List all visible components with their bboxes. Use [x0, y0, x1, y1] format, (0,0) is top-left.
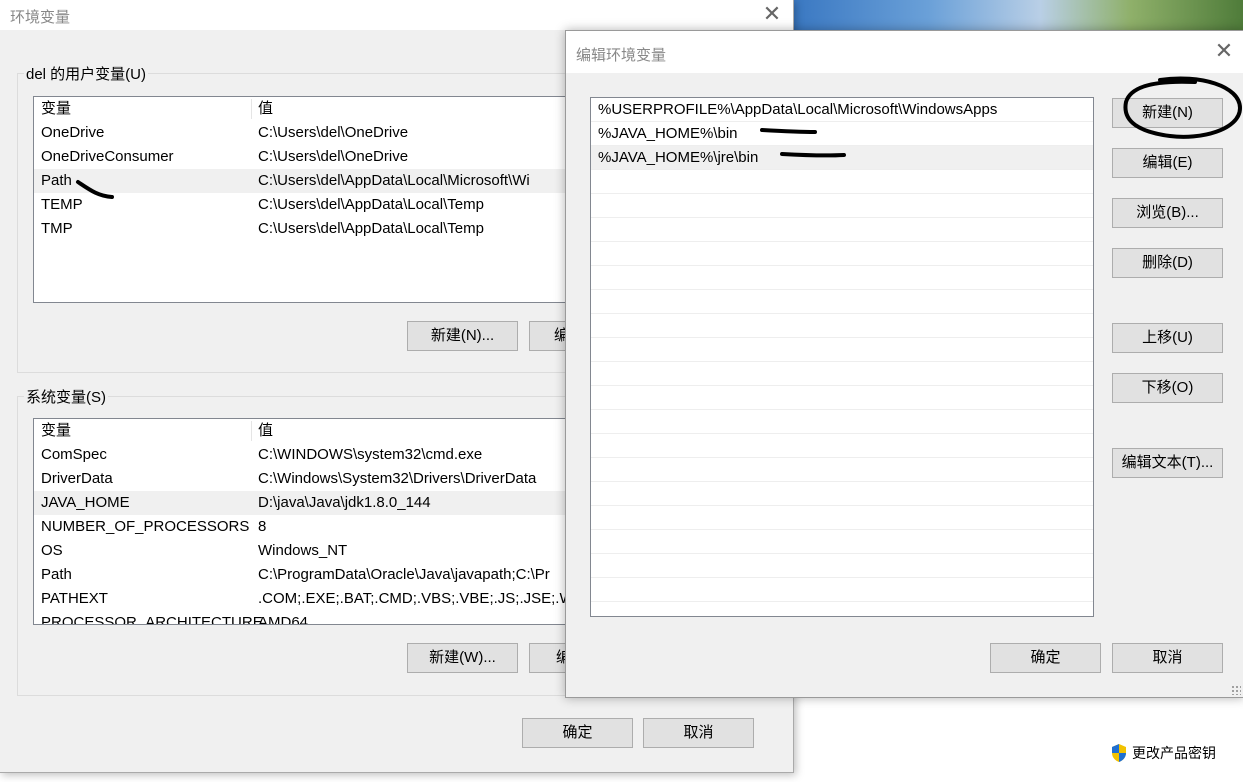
empty-list-row[interactable] — [591, 314, 1093, 338]
empty-list-row[interactable] — [591, 530, 1093, 554]
table-row[interactable]: TEMP C:\Users\del\AppData\Local\Temp — [34, 193, 594, 217]
cancel-button[interactable]: 取消 — [643, 718, 754, 748]
variable-value: C:\Users\del\AppData\Local\Microsoft\Wi — [258, 172, 530, 189]
title-bar: 编辑环境变量 ✕ — [566, 31, 1243, 73]
delete-button[interactable]: 删除(D) — [1112, 248, 1223, 278]
close-icon[interactable]: ✕ — [1213, 40, 1235, 63]
variable-name: OneDrive — [41, 124, 105, 141]
list-item[interactable]: %USERPROFILE%\AppData\Local\Microsoft\Wi… — [591, 98, 1093, 122]
empty-list-row[interactable] — [591, 458, 1093, 482]
variable-name: PROCESSOR_ARCHITECTURE — [41, 614, 263, 625]
empty-list-row[interactable] — [591, 194, 1093, 218]
column-separator[interactable] — [251, 99, 252, 119]
table-row[interactable]: TMP C:\Users\del\AppData\Local\Temp — [34, 217, 594, 241]
empty-list-row[interactable] — [591, 218, 1093, 242]
move-up-button[interactable]: 上移(U) — [1112, 323, 1223, 353]
empty-list-row[interactable] — [591, 602, 1093, 616]
variable-name: TEMP — [41, 196, 83, 213]
shield-icon — [1112, 744, 1126, 762]
path-entries-list[interactable]: %USERPROFILE%\AppData\Local\Microsoft\Wi… — [590, 97, 1094, 617]
table-row[interactable]: OneDriveConsumer C:\Users\del\OneDrive — [34, 145, 594, 169]
variable-value: 8 — [258, 518, 267, 535]
variable-name: OS — [41, 542, 63, 559]
empty-list-row[interactable] — [591, 554, 1093, 578]
empty-list-row[interactable] — [591, 290, 1093, 314]
column-header-variable[interactable]: 变量 — [41, 419, 71, 443]
list-header: 变量 值 — [34, 97, 594, 121]
change-product-key-label: 更改产品密钥 — [1132, 745, 1216, 761]
variable-name: Path — [41, 566, 72, 583]
new-button[interactable]: 新建(N) — [1112, 98, 1223, 128]
variable-name: NUMBER_OF_PROCESSORS — [41, 518, 250, 535]
table-row[interactable]: Path C:\ProgramData\Oracle\Java\javapath;… — [34, 563, 594, 587]
empty-list-row[interactable] — [591, 266, 1093, 290]
list-item[interactable]: %JAVA_HOME%\bin — [591, 122, 1093, 146]
variable-name: ComSpec — [41, 446, 107, 463]
empty-list-row[interactable] — [591, 434, 1093, 458]
column-header-value[interactable]: 值 — [258, 419, 273, 443]
variable-value: D:\java\Java\jdk1.8.0_144 — [258, 494, 431, 511]
table-row[interactable]: NUMBER_OF_PROCESSORS 8 — [34, 515, 594, 539]
column-separator[interactable] — [251, 421, 252, 441]
edit-text-button[interactable]: 编辑文本(T)... — [1112, 448, 1223, 478]
move-down-button[interactable]: 下移(O) — [1112, 373, 1223, 403]
column-header-value[interactable]: 值 — [258, 97, 273, 121]
empty-list-row[interactable] — [591, 170, 1093, 194]
variable-value: Windows_NT — [258, 542, 348, 559]
list-header: 变量 值 — [34, 419, 594, 443]
variable-name: DriverData — [41, 470, 113, 487]
variable-value: C:\ProgramData\Oracle\Java\javapath;C:\P… — [258, 566, 550, 583]
empty-list-row[interactable] — [591, 410, 1093, 434]
ok-button[interactable]: 确定 — [990, 643, 1101, 673]
table-row[interactable]: ComSpec C:\WINDOWS\system32\cmd.exe — [34, 443, 594, 467]
variable-value: .COM;.EXE;.BAT;.CMD;.VBS;.VBE;.JS;.JSE;.… — [258, 590, 584, 607]
list-item[interactable]: %JAVA_HOME%\jre\bin — [591, 146, 1093, 170]
close-icon[interactable]: ✕ — [761, 3, 783, 26]
empty-list-row[interactable] — [591, 338, 1093, 362]
variable-value: C:\Users\del\AppData\Local\Temp — [258, 196, 484, 213]
change-product-key-link[interactable]: 更改产品密钥 — [1110, 743, 1216, 763]
empty-list-row[interactable] — [591, 506, 1093, 530]
ok-button[interactable]: 确定 — [522, 718, 633, 748]
variable-name: PATHEXT — [41, 590, 108, 607]
variable-name: JAVA_HOME — [41, 494, 130, 511]
variable-value: C:\Users\del\OneDrive — [258, 124, 409, 141]
dialog-title: 环境变量 — [10, 9, 71, 26]
variable-name: Path — [41, 172, 72, 189]
empty-list-row[interactable] — [591, 482, 1093, 506]
table-row[interactable]: JAVA_HOME D:\java\Java\jdk1.8.0_144 — [34, 491, 594, 515]
edit-button[interactable]: 编辑(E) — [1112, 148, 1223, 178]
browse-button[interactable]: 浏览(B)... — [1112, 198, 1223, 228]
empty-list-row[interactable] — [591, 578, 1093, 602]
user-new-button[interactable]: 新建(N)... — [407, 321, 518, 351]
empty-list-row[interactable] — [591, 362, 1093, 386]
table-row[interactable]: PATHEXT .COM;.EXE;.BAT;.CMD;.VBS;.VBE;.JS… — [34, 587, 594, 611]
user-variables-label: del 的用户变量(U) — [24, 63, 149, 84]
empty-list-row[interactable] — [591, 242, 1093, 266]
variable-value: C:\WINDOWS\system32\cmd.exe — [258, 446, 483, 463]
resize-grip[interactable] — [1231, 685, 1241, 695]
edit-environment-variable-dialog: 编辑环境变量 ✕ %USERPROFILE%\AppData\Local\Mic… — [565, 30, 1243, 698]
variable-value: C:\Users\del\AppData\Local\Temp — [258, 220, 484, 237]
cancel-button[interactable]: 取消 — [1112, 643, 1223, 673]
variable-value: C:\Windows\System32\Drivers\DriverData — [258, 470, 537, 487]
user-variables-list[interactable]: 变量 值 OneDrive C:\Users\del\OneDrive OneDri… — [33, 96, 595, 303]
system-variables-list[interactable]: 变量 值 ComSpec C:\WINDOWS\system32\cmd.exe D… — [33, 418, 595, 625]
table-row[interactable]: OS Windows_NT — [34, 539, 594, 563]
title-bar: 环境变量 ✕ — [0, 0, 793, 30]
system-new-button[interactable]: 新建(W)... — [407, 643, 518, 673]
empty-list-row[interactable] — [591, 386, 1093, 410]
table-row[interactable]: DriverData C:\Windows\System32\Drivers\Dr… — [34, 467, 594, 491]
variable-value: C:\Users\del\OneDrive — [258, 148, 409, 165]
table-row[interactable]: PROCESSOR_ARCHITECTURE AMD64 — [34, 611, 594, 625]
variable-value: AMD64 — [258, 614, 309, 625]
system-variables-label: 系统变量(S) — [24, 386, 108, 407]
table-row[interactable]: Path C:\Users\del\AppData\Local\Microsoft… — [34, 169, 594, 193]
variable-name: TMP — [41, 220, 73, 237]
dialog-title: 编辑环境变量 — [576, 47, 667, 64]
column-header-variable[interactable]: 变量 — [41, 97, 71, 121]
variable-name: OneDriveConsumer — [41, 148, 174, 165]
table-row[interactable]: OneDrive C:\Users\del\OneDrive — [34, 121, 594, 145]
